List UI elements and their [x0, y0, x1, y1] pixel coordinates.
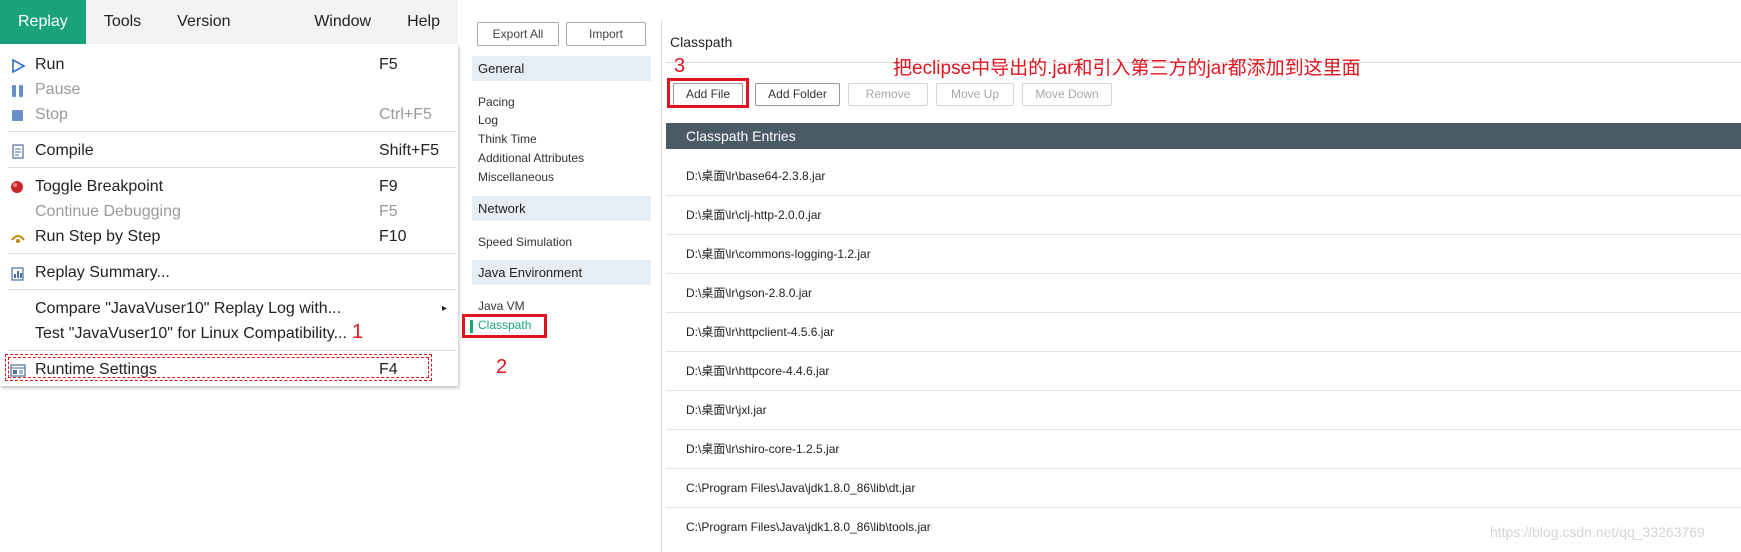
menu-item-stop[interactable]: Stop Ctrl+F5	[0, 102, 458, 127]
annotation-step-2: 2	[496, 356, 508, 378]
menu-separator	[8, 350, 456, 351]
nav-group-java-environment[interactable]: Java Environment	[472, 260, 651, 285]
classpath-entry[interactable]: D:\桌面\lr\gson-2.8.0.jar	[666, 274, 1741, 313]
menubar-help[interactable]: Help	[389, 0, 458, 44]
menu-separator	[8, 253, 456, 254]
menu-item-label: Continue Debugging	[35, 203, 181, 220]
menubar-tools[interactable]: Tools	[86, 0, 159, 44]
menu-item-label: Toggle Breakpoint	[35, 178, 164, 195]
menu-item-shortcut: F9	[379, 178, 398, 195]
classpath-entry[interactable]: D:\桌面\lr\shiro-core-1.2.5.jar	[666, 430, 1741, 469]
submenu-arrow-icon: ▸	[442, 303, 448, 314]
menu-item-label: Compare "JavaVuser10" Replay Log with...	[35, 300, 342, 317]
menu-item-label: Run Step by Step	[35, 228, 161, 245]
nav-item-think-time[interactable]: Think Time	[478, 132, 537, 146]
annotation-note: 把eclipse中导出的.jar和引入第三方的jar都添加到这里面	[893, 58, 1361, 79]
import-button[interactable]: Import	[566, 22, 646, 46]
remove-button[interactable]: Remove	[848, 83, 928, 106]
menu-item-shortcut: F5	[379, 203, 398, 220]
menu-item-label: Run	[35, 56, 65, 73]
classpath-entry[interactable]: D:\桌面\lr\clj-http-2.0.0.jar	[666, 196, 1741, 235]
menu-item-label: Pause	[35, 81, 81, 98]
menubar-replay[interactable]: Replay	[0, 0, 86, 44]
menu-separator	[8, 167, 456, 168]
menu-item-run[interactable]: Run F5	[0, 52, 458, 77]
menu-item-label: Compile	[35, 142, 94, 159]
move-up-button[interactable]: Move Up	[936, 83, 1014, 106]
menu-item-label: Replay Summary...	[35, 264, 170, 281]
menu-item-shortcut: Ctrl+F5	[379, 106, 432, 123]
classpath-entry[interactable]: D:\桌面\lr\commons-logging-1.2.jar	[666, 235, 1741, 274]
menu-item-replay-summary[interactable]: Replay Summary...	[0, 260, 458, 285]
move-down-button[interactable]: Move Down	[1022, 83, 1112, 106]
nav-item-java-vm[interactable]: Java VM	[478, 299, 525, 313]
menubar-version-control[interactable]: Version Control	[159, 0, 296, 74]
classpath-entry[interactable]: D:\桌面\lr\httpclient-4.5.6.jar	[666, 313, 1741, 352]
annotation-highlight-add-file	[667, 78, 749, 108]
play-icon	[10, 57, 26, 74]
classpath-entry[interactable]: D:\桌面\lr\base64-2.3.8.jar	[666, 157, 1741, 196]
annotation-highlight-classpath	[462, 314, 547, 338]
classpath-entry[interactable]: D:\桌面\lr\jxl.jar	[666, 391, 1741, 430]
menu-item-pause[interactable]: Pause	[0, 77, 458, 102]
menu-item-label: Test "JavaVuser10" for Linux Compatibili…	[35, 325, 347, 342]
pause-icon	[10, 82, 26, 98]
menu-item-run-step-by-step[interactable]: Run Step by Step F10	[0, 224, 458, 249]
classpath-entry[interactable]: C:\Program Files\Java\jdk1.8.0_86\lib\dt…	[666, 469, 1741, 508]
breakpoint-icon	[10, 179, 26, 195]
menu-item-compare-replay-log[interactable]: Compare "JavaVuser10" Replay Log with...…	[0, 296, 458, 321]
summary-icon	[10, 265, 26, 281]
nav-item-log[interactable]: Log	[478, 113, 498, 127]
menu-item-shortcut: F5	[379, 56, 398, 73]
menu-separator	[8, 289, 456, 290]
menu-item-shortcut: Shift+F5	[379, 142, 440, 159]
classpath-entries-header: Classpath Entries	[666, 123, 1741, 149]
classpath-entry[interactable]: D:\桌面\lr\httpcore-4.4.6.jar	[666, 352, 1741, 391]
menu-item-test-linux-compatibility[interactable]: Test "JavaVuser10" for Linux Compatibili…	[0, 321, 458, 346]
annotation-step-3: 3	[674, 55, 686, 77]
menu-separator	[8, 131, 456, 132]
export-all-button[interactable]: Export All	[477, 22, 559, 46]
watermark: https://blog.csdn.net/qq_33263769	[1490, 524, 1705, 540]
nav-group-general[interactable]: General	[472, 56, 651, 81]
menu-item-toggle-breakpoint[interactable]: Toggle Breakpoint F9	[0, 174, 458, 199]
panel-divider	[661, 20, 662, 552]
menu-item-compile[interactable]: Compile Shift+F5	[0, 138, 458, 163]
nav-group-network[interactable]: Network	[472, 196, 651, 221]
menu-bar: Replay Tools Version Control Window Help	[0, 0, 458, 74]
step-icon	[10, 229, 26, 245]
add-folder-button[interactable]: Add Folder	[755, 83, 840, 106]
stop-icon	[10, 107, 26, 123]
annotation-highlight-runtime-settings-inner	[8, 357, 429, 378]
menu-item-label: Stop	[35, 106, 68, 123]
nav-item-additional-attributes[interactable]: Additional Attributes	[478, 151, 584, 165]
compile-icon	[10, 143, 26, 159]
page-title: Classpath	[670, 34, 733, 50]
annotation-step-1: 1	[352, 321, 364, 343]
nav-item-speed-simulation[interactable]: Speed Simulation	[478, 235, 572, 249]
menu-item-continue-debugging[interactable]: Continue Debugging F5	[0, 199, 458, 224]
nav-item-pacing[interactable]: Pacing	[478, 95, 515, 109]
menubar-window[interactable]: Window	[296, 0, 389, 44]
nav-item-miscellaneous[interactable]: Miscellaneous	[478, 170, 554, 184]
menu-item-shortcut: F10	[379, 228, 407, 245]
